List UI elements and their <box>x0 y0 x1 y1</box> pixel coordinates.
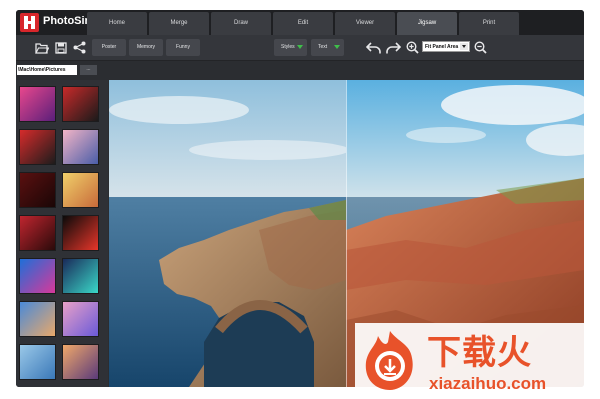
styles-label: Styles <box>281 44 295 50</box>
thumb-camera-girl[interactable] <box>19 129 56 165</box>
tab-jigsaw[interactable]: Jigsaw <box>397 12 457 35</box>
thumb-red-portrait[interactable] <box>19 215 56 251</box>
original-image-half <box>109 80 346 387</box>
tab-merge[interactable]: Merge <box>149 12 209 35</box>
tab-viewer[interactable]: Viewer <box>335 12 395 35</box>
folder-open-icon[interactable] <box>33 39 50 56</box>
thumb-blue-sea[interactable] <box>19 344 56 380</box>
thumb-desert-tree[interactable] <box>19 301 56 337</box>
redo-icon[interactable] <box>385 39 402 56</box>
undo-icon[interactable] <box>365 39 382 56</box>
path-bar: \Mac\Home\Pictures ... <box>16 62 584 77</box>
tab-home[interactable]: Home <box>87 12 147 35</box>
comparison-divider[interactable] <box>346 80 347 387</box>
watermark-url: xiazaihuo.com <box>429 374 547 393</box>
watermark: 下载火 xiazaihuo.com <box>355 323 600 399</box>
save-icon[interactable] <box>52 39 69 56</box>
thumb-sunset-rock[interactable] <box>62 344 99 380</box>
tab-edit[interactable]: Edit <box>273 12 333 35</box>
text-label: Text <box>318 44 328 50</box>
folder-path-input[interactable]: \Mac\Home\Pictures <box>17 65 77 75</box>
thumb-colorful-hands[interactable] <box>62 172 99 208</box>
zoom-in-icon[interactable] <box>404 39 421 56</box>
select-arrow-icon <box>460 43 468 50</box>
dropdown-arrow-icon <box>334 45 340 49</box>
app-logo: PhotoSir <box>20 13 89 32</box>
dropdown-arrow-icon <box>297 45 303 49</box>
zoom-select[interactable]: Fit Panel Area <box>422 41 470 52</box>
tab-print[interactable]: Print <box>459 12 519 35</box>
styles-dropdown[interactable]: Styles <box>274 39 307 56</box>
browse-button[interactable]: ... <box>80 65 97 75</box>
thumb-betta-fish[interactable] <box>62 215 99 251</box>
thumb-pink-hair[interactable] <box>62 129 99 165</box>
thumb-dark-red[interactable] <box>19 172 56 208</box>
thumb-red-selfie[interactable] <box>62 86 99 122</box>
thumb-neon-portrait[interactable] <box>19 86 56 122</box>
tab-draw[interactable]: Draw <box>211 12 271 35</box>
thumb-neon-street[interactable] <box>19 258 56 294</box>
zoom-out-icon[interactable] <box>472 39 489 56</box>
app-name: PhotoSir <box>43 15 89 27</box>
poster-button[interactable]: Poster <box>92 39 126 56</box>
text-dropdown[interactable]: Text <box>311 39 344 56</box>
thumbnail-sidebar[interactable] <box>16 80 108 387</box>
thumb-aurora[interactable] <box>62 258 99 294</box>
share-icon[interactable] <box>71 39 88 56</box>
zoom-value: Fit Panel Area <box>425 44 459 50</box>
watermark-title: 下载火 <box>427 333 532 373</box>
funny-button[interactable]: Funny <box>166 39 200 56</box>
thumb-pink-sky[interactable] <box>62 301 99 337</box>
memory-button[interactable]: Memory <box>129 39 163 56</box>
toolbar: Poster Memory Funny Styles Text Fit Pane… <box>16 35 584 61</box>
tab-bar: PhotoSir Home Merge Draw Edit Viewer Jig… <box>16 10 584 35</box>
photosir-logo-icon <box>20 13 39 32</box>
fire-download-icon <box>358 328 423 393</box>
